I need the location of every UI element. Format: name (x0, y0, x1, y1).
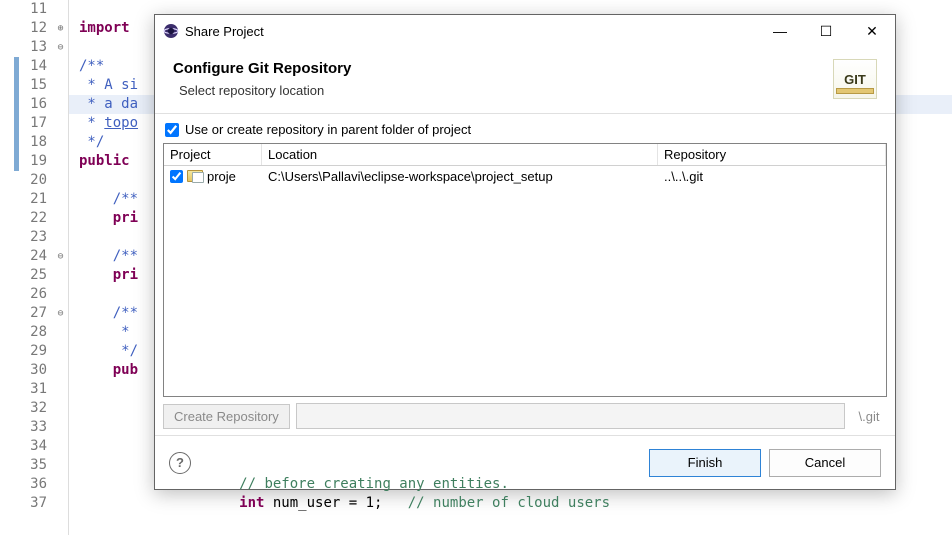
editor-left-strip (0, 0, 14, 535)
line-number-gutter: 1112131415161718192021222324252627282930… (19, 0, 53, 535)
editor-change-bar (14, 0, 19, 535)
code-editor-background: 1112131415161718192021222324252627282930… (0, 0, 952, 535)
fold-gutter: ⊕⊖⊖⊖ (53, 0, 69, 535)
code-area: import /** * A si * a da * topo */public… (69, 0, 952, 535)
